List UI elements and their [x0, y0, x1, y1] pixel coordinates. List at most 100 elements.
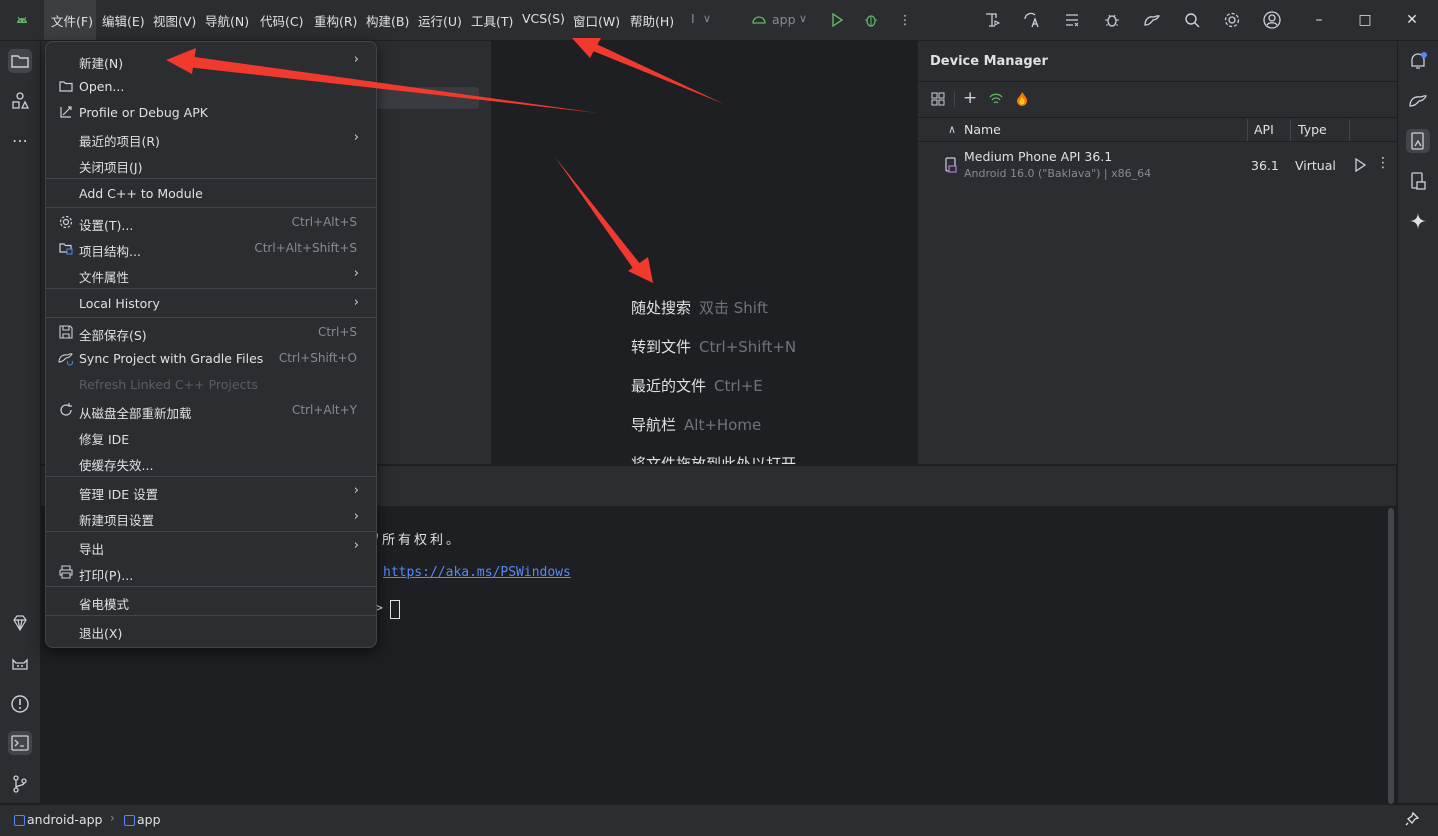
running-devices-icon[interactable]: [1406, 169, 1430, 193]
hint-action: 随处搜索: [631, 299, 692, 317]
menu-manage-ide-settings[interactable]: 管理 IDE 设置 ›: [51, 479, 371, 503]
logcat-icon[interactable]: [8, 651, 32, 675]
item-label: 使缓存失效...: [79, 458, 154, 473]
device-type: Virtual: [1295, 158, 1336, 173]
hint-shortcut: Ctrl+E: [714, 377, 763, 395]
menu-print[interactable]: 打印(P)...: [51, 560, 371, 584]
terminal-scrollbar[interactable]: [1388, 508, 1394, 804]
search-icon[interactable]: [1180, 8, 1204, 32]
menu-add-cpp[interactable]: Add C++ to Module: [51, 181, 371, 205]
close-button[interactable]: ✕: [1389, 0, 1435, 40]
translate-icon[interactable]: [1020, 8, 1044, 32]
hint-goto-file: 转到文件 Ctrl+Shift+N: [631, 336, 796, 357]
menu-new[interactable]: 新建(N) ›: [51, 48, 371, 72]
col-divider: [1247, 119, 1248, 141]
virtual-device-icon: [944, 157, 958, 173]
run-config-label: app: [772, 12, 796, 27]
add-device-icon[interactable]: +: [963, 88, 977, 108]
menu-file[interactable]: 文件(F): [51, 11, 93, 30]
menu-new-project-settings[interactable]: 新建项目设置 ›: [51, 505, 371, 529]
column-name[interactable]: Name: [964, 122, 1001, 137]
menu-export[interactable]: 导出 ›: [51, 534, 371, 558]
menu-vcs[interactable]: VCS(S): [522, 11, 565, 26]
version-control-icon[interactable]: [8, 772, 32, 796]
more-vertical-icon[interactable]: ⋮: [1376, 155, 1390, 171]
breadcrumb-module[interactable]: app: [137, 812, 161, 827]
menu-window[interactable]: 窗口(W): [573, 11, 620, 30]
menu-local-history[interactable]: Local History ›: [51, 291, 371, 315]
menu-settings[interactable]: 设置(T)... Ctrl+Alt+S: [51, 210, 371, 234]
menu-help[interactable]: 帮助(H): [630, 11, 674, 30]
android-run-config-icon: [751, 11, 767, 27]
menu-tools[interactable]: 工具(T): [471, 11, 513, 30]
power-save-pin-icon[interactable]: [1404, 811, 1420, 827]
device-manager-icon[interactable]: [1406, 129, 1430, 153]
column-api[interactable]: API: [1254, 122, 1274, 137]
run-icon[interactable]: [825, 8, 849, 32]
menu-open[interactable]: Open...: [51, 74, 371, 98]
gradle-icon[interactable]: [1406, 89, 1430, 113]
breadcrumb-project[interactable]: android-app: [27, 812, 102, 827]
menu-reload-from-disk[interactable]: 从磁盘全部重新加载 Ctrl+Alt+Y: [51, 398, 371, 422]
problems-icon[interactable]: [8, 692, 32, 716]
project-selected-row[interactable]: [371, 87, 479, 109]
bug-settings-icon[interactable]: [1100, 8, 1124, 32]
menu-sync-gradle[interactable]: Sync Project with Gradle Files Ctrl+Shift…: [51, 346, 371, 370]
chevron-right-icon: ›: [353, 266, 359, 281]
item-label: Sync Project with Gradle Files: [79, 351, 264, 366]
menu-file-properties[interactable]: 文件属性 ›: [51, 262, 371, 286]
menu-code[interactable]: 代码(C): [260, 11, 303, 30]
menu-build[interactable]: 构建(B): [366, 11, 409, 30]
menu-save-all[interactable]: 全部保存(S) Ctrl+S: [51, 320, 371, 344]
device-row[interactable]: Medium Phone API 36.1 Android 16.0 ("Bak…: [918, 142, 1397, 186]
wifi-pair-icon[interactable]: [988, 91, 1004, 107]
run-config-selector[interactable]: app ∨: [748, 8, 814, 32]
terminal-icon[interactable]: [8, 731, 32, 755]
menu-separator: [46, 586, 376, 587]
item-label: 修复 IDE: [79, 432, 130, 447]
menu-repair-ide[interactable]: 修复 IDE: [51, 424, 371, 448]
build-variants-icon[interactable]: [1060, 8, 1084, 32]
hint-shortcut: Alt+Home: [684, 416, 762, 434]
project-folder-icon[interactable]: [8, 49, 32, 73]
hint-action: 将文件拖放到此处以打开: [631, 455, 797, 464]
menu-project-structure[interactable]: 项目结构... Ctrl+Alt+Shift+S: [51, 236, 371, 260]
maximize-button[interactable]: □: [1342, 0, 1388, 40]
gem-icon[interactable]: [8, 611, 32, 635]
launch-device-icon[interactable]: [1352, 157, 1368, 173]
menu-close-project[interactable]: 关闭项目(J): [51, 152, 371, 176]
menu-refresh-cpp: Refresh Linked C++ Projects: [51, 372, 371, 396]
terminal-link[interactable]: https://aka.ms/PSWindows: [383, 565, 571, 580]
resource-manager-icon[interactable]: [8, 89, 32, 113]
file-menu-dropdown: 新建(N) › Open... Profile or Debug APK 最近的项…: [45, 41, 377, 648]
account-icon[interactable]: [1260, 8, 1284, 32]
menu-refactor[interactable]: 重构(R): [314, 11, 357, 30]
notifications-icon[interactable]: [1406, 49, 1430, 73]
more-vertical-icon[interactable]: ⋮: [893, 8, 917, 32]
column-type[interactable]: Type: [1298, 122, 1327, 137]
chevron-down-icon[interactable]: ∨: [703, 12, 711, 25]
menu-recent-projects[interactable]: 最近的项目(R) ›: [51, 126, 371, 150]
gemini-sparkle-icon[interactable]: [1406, 209, 1430, 233]
sort-asc-icon[interactable]: ∧: [948, 123, 956, 136]
menu-power-save[interactable]: 省电模式: [51, 589, 371, 613]
firebase-icon[interactable]: [1014, 91, 1030, 107]
menu-profile-debug-apk[interactable]: Profile or Debug APK: [51, 100, 371, 124]
item-shortcut: Ctrl+Shift+O: [278, 351, 357, 365]
debug-icon[interactable]: [859, 8, 883, 32]
minimize-button[interactable]: –: [1296, 0, 1342, 40]
item-shortcut: Ctrl+S: [317, 325, 357, 339]
menu-edit[interactable]: 编辑(E): [102, 11, 145, 30]
menu-run[interactable]: 运行(U): [418, 11, 462, 30]
gear-icon[interactable]: [1220, 8, 1244, 32]
menu-invalidate-caches[interactable]: 使缓存失效...: [51, 450, 371, 474]
device-group-icon[interactable]: [930, 91, 946, 107]
gradle-sync-icon[interactable]: [1140, 8, 1164, 32]
menu-exit[interactable]: 退出(X): [51, 618, 371, 642]
menu-view[interactable]: 视图(V): [153, 11, 196, 30]
item-label: 项目结构...: [79, 244, 141, 259]
more-tools-icon[interactable]: ⋯: [8, 129, 32, 153]
sdk-manager-icon[interactable]: [980, 8, 1004, 32]
item-label: 新建项目设置: [79, 513, 155, 528]
menu-navigate[interactable]: 导航(N): [205, 11, 249, 30]
